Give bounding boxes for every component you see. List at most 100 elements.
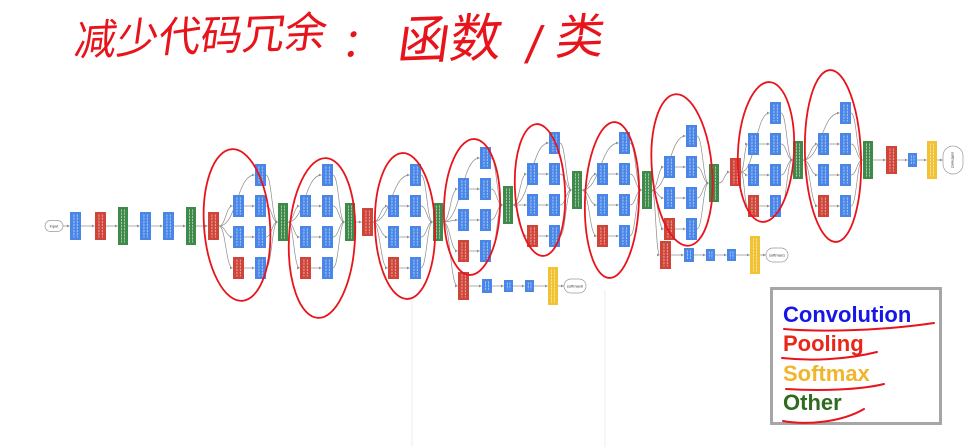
convolution-block-body <box>686 156 697 178</box>
pooling-block <box>458 240 469 262</box>
legend-other: Other <box>783 390 842 415</box>
red-circle-mark <box>443 138 501 276</box>
convolution-block <box>597 194 608 216</box>
other-block-body <box>186 207 196 245</box>
other-block-body <box>278 203 288 241</box>
convolution-block <box>70 212 81 240</box>
convolution-block-body <box>388 226 399 248</box>
convolution-block-body <box>255 195 266 217</box>
convolution-block <box>818 164 829 186</box>
convolution-block <box>549 225 560 247</box>
convolution-block-body <box>619 225 630 247</box>
pooling-block <box>300 257 311 279</box>
pooling-block-body <box>95 212 106 240</box>
convolution-block <box>255 195 266 217</box>
convolution-block-body <box>255 226 266 248</box>
convolution-block <box>525 280 534 292</box>
convolution-block-body <box>322 164 333 186</box>
pooling-block-body <box>300 257 311 279</box>
convolution-block <box>255 164 266 186</box>
other-block-body <box>642 171 652 209</box>
convolution-block <box>686 125 697 147</box>
red-circle-mark <box>650 93 714 247</box>
convolution-block <box>727 249 736 261</box>
background-guides <box>411 290 606 447</box>
convolution-block-body <box>706 249 715 261</box>
convolution-block <box>527 163 538 185</box>
terminal-label-softmax2: softmax2 <box>951 152 956 169</box>
convolution-block-body <box>504 280 513 292</box>
convolution-block <box>748 133 759 155</box>
convolution-block-body <box>597 194 608 216</box>
convolution-block <box>300 226 311 248</box>
pooling-block-body <box>818 195 829 217</box>
other-block <box>118 207 128 245</box>
pooling-block-body <box>233 257 244 279</box>
other-block <box>186 207 196 245</box>
convolution-block-body <box>527 194 538 216</box>
convolution-block-body <box>686 187 697 209</box>
convolution-block <box>388 226 399 248</box>
convolution-block-body <box>770 133 781 155</box>
convolution-block <box>480 178 491 200</box>
terminal-softmax0: softmax0 <box>563 278 587 294</box>
convolution-block-body <box>597 163 608 185</box>
softmax-block-body <box>750 236 760 274</box>
convolution-block <box>770 133 781 155</box>
convolution-block-body <box>549 194 560 216</box>
softmax-block-body <box>548 267 558 305</box>
convolution-block <box>770 102 781 124</box>
convolution-block-body <box>458 209 469 231</box>
convolution-block <box>255 226 266 248</box>
other-block-body <box>118 207 128 245</box>
pooling-block <box>388 257 399 279</box>
convolution-block <box>908 153 917 167</box>
convolution-block <box>322 164 333 186</box>
convolution-block-body <box>70 212 81 240</box>
convolution-block-body <box>908 153 917 167</box>
convolution-block <box>549 194 560 216</box>
convolution-block <box>482 279 492 293</box>
convolution-block <box>748 164 759 186</box>
convolution-block-body <box>840 102 851 124</box>
terminal-label-softmax0: softmax0 <box>567 283 584 288</box>
convolution-block <box>619 225 630 247</box>
other-block-body <box>503 186 513 224</box>
pooling-block <box>660 241 671 269</box>
legend-box: Convolution Pooling Softmax Other <box>770 287 942 425</box>
convolution-block-body <box>410 195 421 217</box>
convolution-block <box>233 226 244 248</box>
slide-canvas: 减少代码冗余 ： 函数 / 类 input softmax0 softmax1 sof… <box>0 0 969 447</box>
convolution-block <box>480 209 491 231</box>
convolution-block-body <box>818 133 829 155</box>
convolution-block-body <box>619 163 630 185</box>
convolution-block-body <box>818 164 829 186</box>
convolution-block <box>504 280 513 292</box>
convolution-block <box>388 195 399 217</box>
convolution-block <box>549 163 560 185</box>
softmax-block <box>548 267 558 305</box>
convolution-block-body <box>684 248 694 262</box>
pooling-block <box>95 212 106 240</box>
convolution-block-body <box>300 226 311 248</box>
other-block <box>642 171 652 209</box>
pooling-block <box>362 208 373 236</box>
convolution-block <box>706 249 715 261</box>
convolution-block <box>686 156 697 178</box>
convolution-block <box>840 195 851 217</box>
convolution-block-body <box>664 156 675 178</box>
convolution-block <box>322 257 333 279</box>
convolution-block <box>619 194 630 216</box>
convolution-block-body <box>233 226 244 248</box>
convolution-block-body <box>619 194 630 216</box>
convolution-block-body <box>322 257 333 279</box>
convolution-block <box>840 133 851 155</box>
convolution-block-body <box>255 164 266 186</box>
red-circle-mark <box>583 121 641 279</box>
convolution-block <box>527 194 538 216</box>
convolution-block <box>163 212 174 240</box>
red-circle-mark <box>374 152 436 300</box>
convolution-block <box>140 212 151 240</box>
convolution-block-body <box>410 226 421 248</box>
convolution-block <box>410 164 421 186</box>
